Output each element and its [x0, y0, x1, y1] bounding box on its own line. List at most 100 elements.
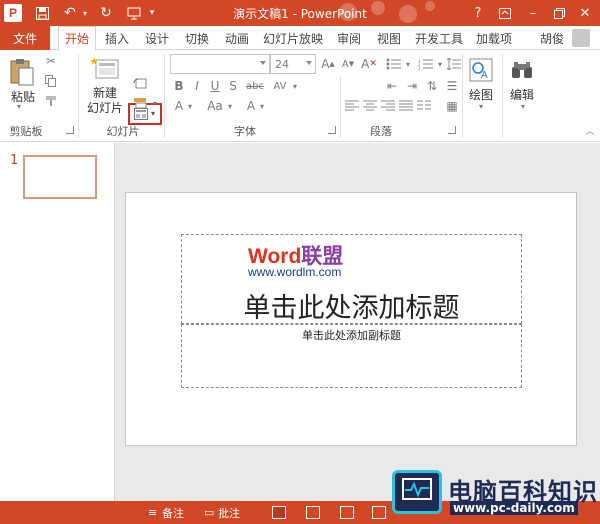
- tab-file[interactable]: 文件: [0, 26, 50, 50]
- group-divider: [340, 76, 341, 138]
- smartart-icon[interactable]: ▦: [444, 98, 460, 114]
- character-spacing-icon[interactable]: AV: [270, 78, 290, 94]
- paste-icon[interactable]: [8, 56, 36, 88]
- columns-icon[interactable]: [416, 98, 432, 114]
- tab-add-ins[interactable]: 加载项: [472, 26, 516, 50]
- drawing-label[interactable]: 绘图: [462, 88, 500, 102]
- normal-view-icon[interactable]: [272, 506, 286, 519]
- clear-formatting-icon[interactable]: A ✕: [360, 56, 378, 72]
- increase-font-size-icon[interactable]: A ▲: [320, 56, 336, 72]
- section-icon[interactable]: [132, 96, 148, 110]
- chevron-down-icon[interactable]: ▾: [186, 98, 194, 114]
- align-text-icon[interactable]: ☰: [444, 78, 460, 94]
- tab-developer[interactable]: 开发工具: [412, 26, 466, 50]
- svg-text:3: 3: [418, 66, 421, 70]
- chevron-down-icon[interactable]: ▾: [258, 98, 266, 114]
- font-color-small-icon[interactable]: A: [172, 98, 186, 114]
- pc-daily-url: www.pc-daily.com: [450, 501, 578, 515]
- group-divider: [502, 54, 503, 138]
- section-dropdown-icon[interactable]: ▾: [150, 96, 160, 110]
- chevron-down-icon: [260, 61, 266, 65]
- help-button[interactable]: ?: [467, 2, 489, 24]
- strikethrough-icon[interactable]: abc: [244, 78, 266, 94]
- slide-show-icon[interactable]: [372, 506, 386, 519]
- reading-view-icon[interactable]: [340, 506, 354, 519]
- underline-icon[interactable]: U: [208, 78, 222, 94]
- format-painter-icon[interactable]: [44, 94, 58, 108]
- tab-review[interactable]: 审阅: [332, 26, 366, 50]
- paragraph-launcher-icon[interactable]: [448, 126, 456, 134]
- collapse-ribbon-icon[interactable]: ︿: [584, 124, 596, 137]
- italic-icon[interactable]: I: [190, 78, 204, 94]
- bold-icon[interactable]: B: [172, 78, 186, 94]
- line-spacing-icon[interactable]: [446, 56, 462, 72]
- chevron-down-icon[interactable]: ▾: [290, 78, 300, 94]
- font-size-dropdown[interactable]: 24: [270, 54, 316, 74]
- comments-icon[interactable]: ▭: [204, 501, 214, 524]
- font-size-value: 24: [275, 58, 289, 71]
- restore-button[interactable]: [548, 2, 570, 24]
- notes-icon[interactable]: ≡: [148, 501, 157, 524]
- chevron-down-icon[interactable]: ▾: [226, 98, 234, 114]
- increase-indent-icon[interactable]: ⇥: [404, 78, 420, 94]
- bullets-icon[interactable]: [384, 56, 404, 72]
- tab-design[interactable]: 设计: [140, 26, 174, 50]
- text-direction-icon[interactable]: ⇅: [424, 78, 440, 94]
- ribbon-tab-bar: 文件 开始 插入 设计 切换 动画 幻灯片放映 审阅 视图 开发工具 加载项 胡…: [0, 26, 600, 51]
- decrease-font-size-icon[interactable]: A ▼: [340, 56, 356, 72]
- chevron-down-icon[interactable]: ▾: [476, 102, 486, 111]
- notes-button[interactable]: 备注: [162, 501, 184, 524]
- monitor-icon: [402, 478, 432, 500]
- font-color-icon[interactable]: A: [244, 98, 258, 114]
- font-name-dropdown[interactable]: [170, 54, 270, 74]
- new-slide-label-1[interactable]: 新建: [84, 86, 126, 100]
- tab-insert[interactable]: 插入: [100, 26, 134, 50]
- slide-thumbnail[interactable]: [23, 155, 97, 199]
- ribbon-home: 粘贴 ▾ ✂ 剪贴板 新建 幻灯片 ▾ ▾ 幻灯片 24 A ▲ A ▼ A ✕ B …: [0, 50, 600, 142]
- new-slide-icon[interactable]: [88, 54, 122, 84]
- justify-icon[interactable]: [398, 98, 414, 114]
- svg-text:A: A: [481, 70, 488, 81]
- paste-dropdown-icon[interactable]: ▾: [14, 102, 24, 111]
- tab-animations[interactable]: 动画: [220, 26, 254, 50]
- paragraph-group-label: 段落: [370, 125, 392, 138]
- reset-slide-icon[interactable]: [132, 76, 148, 90]
- tab-view[interactable]: 视图: [372, 26, 406, 50]
- editing-label[interactable]: 编辑: [504, 88, 540, 102]
- chevron-down-icon[interactable]: ▾: [404, 56, 412, 72]
- align-center-icon[interactable]: [362, 98, 378, 114]
- tab-slide-show[interactable]: 幻灯片放映: [260, 26, 326, 50]
- decrease-indent-icon[interactable]: ⇤: [384, 78, 400, 94]
- title-bar: P ↶ ▾ ↻ ▾ 演示文稿1 - PowerPoint ? – ✕: [0, 0, 600, 26]
- ribbon-display-options-icon[interactable]: [494, 2, 516, 24]
- chevron-down-icon[interactable]: ▾: [518, 102, 528, 111]
- clipboard-group-label: 剪贴板: [9, 125, 43, 138]
- numbering-icon[interactable]: 123: [416, 56, 436, 72]
- new-slide-label-2[interactable]: 幻灯片: [84, 101, 126, 115]
- comments-button[interactable]: 批注: [218, 501, 240, 524]
- slides-group-label: 幻灯片: [106, 125, 140, 138]
- subtitle-placeholder-text[interactable]: 单击此处添加副标题: [181, 327, 522, 343]
- text-shadow-icon[interactable]: S: [226, 78, 240, 94]
- font-launcher-icon[interactable]: [328, 126, 336, 134]
- slide-sorter-icon[interactable]: [306, 506, 320, 519]
- tab-home[interactable]: 开始: [58, 26, 96, 51]
- title-placeholder-text[interactable]: 单击此处添加标题: [181, 286, 522, 325]
- drawing-shapes-icon[interactable]: A: [468, 56, 494, 84]
- minimize-button[interactable]: –: [522, 2, 544, 24]
- cut-icon[interactable]: ✂: [44, 54, 58, 68]
- group-divider: [164, 54, 165, 138]
- align-left-icon[interactable]: [344, 98, 360, 114]
- chevron-down-icon[interactable]: ▾: [436, 56, 444, 72]
- slide-thumbnail-number: 1: [10, 153, 19, 168]
- copy-icon[interactable]: [44, 74, 58, 88]
- group-divider: [78, 54, 79, 138]
- align-right-icon[interactable]: [380, 98, 396, 114]
- user-name[interactable]: 胡俊: [540, 26, 564, 50]
- change-case-icon[interactable]: Aa: [204, 98, 226, 114]
- clipboard-launcher-icon[interactable]: [66, 126, 74, 134]
- tab-transitions[interactable]: 切换: [180, 26, 214, 50]
- binoculars-icon[interactable]: [510, 56, 534, 84]
- close-button[interactable]: ✕: [574, 2, 596, 24]
- user-avatar[interactable]: [572, 29, 590, 47]
